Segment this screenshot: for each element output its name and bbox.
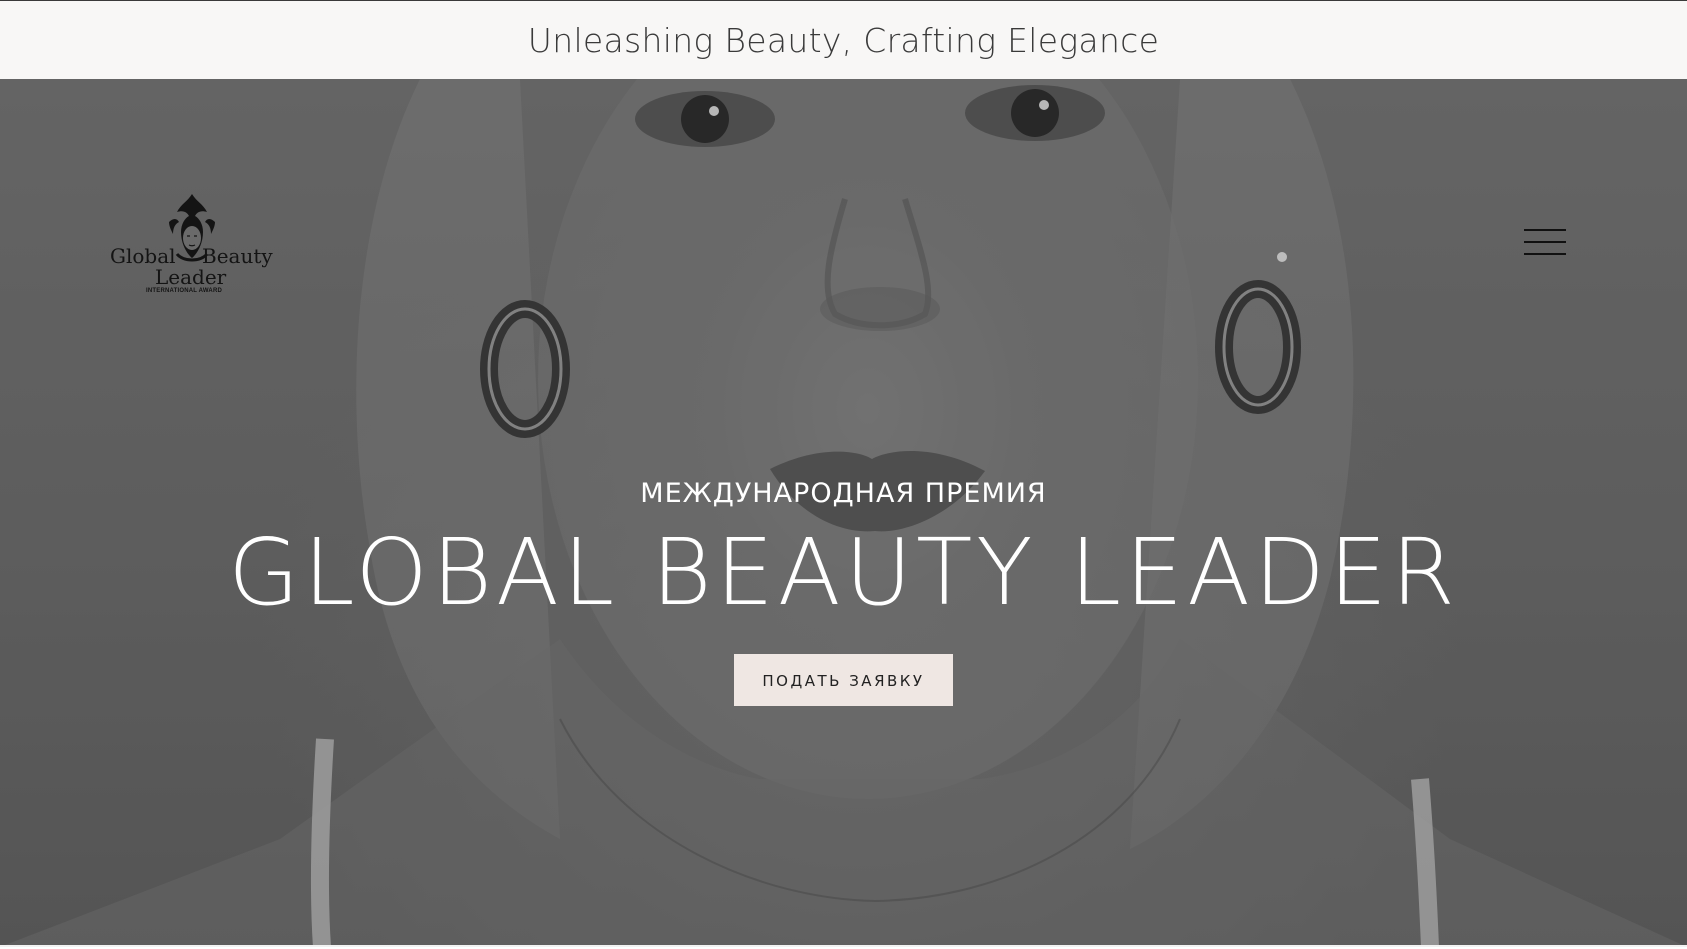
hero-subtitle: МЕЖДУНАРОДНАЯ ПРЕМИЯ bbox=[640, 478, 1047, 509]
hero-title: GLOBAL BEAUTY LEADER bbox=[228, 519, 1459, 626]
menu-line-middle bbox=[1524, 241, 1566, 243]
hero-content: МЕЖДУНАРОДНАЯ ПРЕМИЯ GLOBAL BEAUTY LEADE… bbox=[0, 474, 1687, 706]
top-announcement-banner: Unleashing Beauty, Crafting Elegance bbox=[0, 0, 1687, 79]
hamburger-menu-icon[interactable] bbox=[1524, 225, 1568, 259]
page: Unleashing Beauty, Crafting Elegance Glo… bbox=[0, 0, 1687, 949]
logo-word-leader: Leader bbox=[155, 265, 227, 289]
site-logo[interactable]: Global Beauty Leader INTERNATIONAL AWARD bbox=[108, 192, 278, 296]
logo-subtitle: INTERNATIONAL AWARD bbox=[146, 288, 223, 294]
banner-tagline: Unleashing Beauty, Crafting Elegance bbox=[527, 20, 1160, 60]
hero-section: Global Beauty Leader INTERNATIONAL AWARD… bbox=[0, 79, 1687, 947]
hero-bottom-divider bbox=[0, 945, 1687, 947]
menu-line-top bbox=[1524, 229, 1566, 231]
apply-button[interactable]: ПОДАТЬ ЗАЯВКУ bbox=[734, 654, 953, 706]
menu-line-bottom bbox=[1524, 253, 1566, 255]
